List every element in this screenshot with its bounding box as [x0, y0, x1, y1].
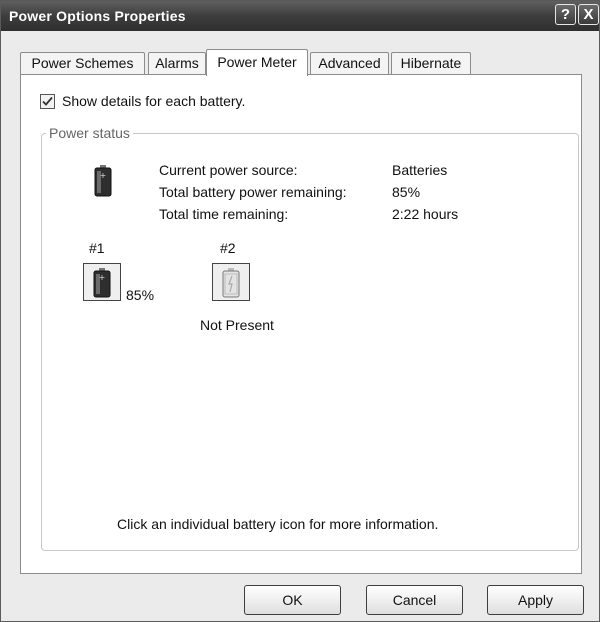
power-meter-panel: Show details for each battery. Power sta…: [20, 74, 582, 574]
power-status-group: Power status + Current power source: Bat…: [41, 125, 579, 551]
battery-icon: +: [94, 165, 112, 197]
time-remaining-label: Total time remaining:: [159, 206, 289, 222]
close-button[interactable]: X: [578, 4, 599, 25]
show-details-checkbox[interactable]: [40, 94, 55, 109]
tab-alarms[interactable]: Alarms: [148, 52, 206, 74]
svg-text:+: +: [100, 171, 107, 180]
battery-1-number: #1: [89, 240, 105, 256]
help-button[interactable]: ?: [555, 4, 576, 25]
battery-remaining-label: Total battery power remaining:: [159, 184, 347, 200]
current-source-label: Current power source:: [159, 162, 298, 178]
battery-1-button[interactable]: +: [83, 263, 121, 301]
tab-hibernate[interactable]: Hibernate: [391, 52, 471, 74]
battery-2-number: #2: [220, 240, 236, 256]
show-details-label: Show details for each battery.: [62, 93, 246, 109]
time-remaining-value: 2:22 hours: [392, 206, 459, 222]
power-status-legend: Power status: [46, 125, 133, 141]
window-title: Power Options Properties: [9, 8, 186, 24]
battery-empty-icon: [222, 268, 240, 298]
cancel-button[interactable]: Cancel: [366, 585, 463, 615]
battery-2-status: Not Present: [200, 317, 274, 333]
ok-button[interactable]: OK: [244, 585, 341, 615]
tab-advanced[interactable]: Advanced: [310, 52, 389, 74]
battery-hint-text: Click an individual battery icon for mor…: [117, 516, 439, 532]
battery-2-button[interactable]: [212, 263, 250, 301]
title-bar[interactable]: Power Options Properties ? X: [1, 1, 599, 31]
battery-icon: +: [93, 268, 111, 298]
svg-text:+: +: [99, 273, 106, 282]
checkmark-icon: [42, 96, 53, 106]
battery-remaining-value: 85%: [392, 184, 421, 200]
tab-power-schemes[interactable]: Power Schemes: [20, 52, 145, 74]
tab-power-meter[interactable]: Power Meter: [206, 49, 308, 76]
apply-button[interactable]: Apply: [487, 585, 584, 615]
current-source-value: Batteries: [392, 162, 448, 178]
battery-1-status: 85%: [126, 287, 155, 303]
power-options-window: Power Options Properties ? X Power Schem…: [0, 0, 600, 622]
